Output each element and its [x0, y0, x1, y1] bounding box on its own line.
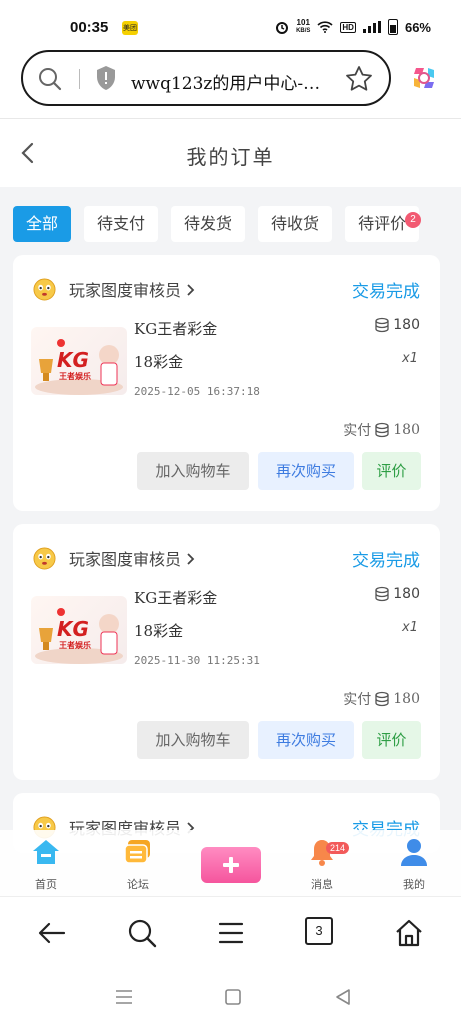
product-spec: 18彩金 — [134, 622, 184, 640]
order-card: 玩家图度审核员 交易完成 KG 王者娱乐 KG王者彩金 18彩金 2025-11… — [13, 524, 440, 780]
order-date: 2025-12-05 16:37:18 — [134, 385, 260, 398]
product-spec: 18彩金 — [134, 353, 184, 371]
order-card: 玩家图度审核员 交易完成 KG 王者娱乐 KG王者彩金 18彩金 2025-12… — [13, 255, 440, 511]
page-title: 我的订单 — [186, 145, 275, 169]
tab-pending-receipt[interactable]: 待收货 — [258, 206, 333, 242]
product-price: 180 — [374, 317, 420, 333]
nav-forum[interactable]: 论坛 — [108, 836, 168, 891]
browser-toolbar: wwq123z的用户中心-… — [0, 44, 461, 118]
buy-again-button[interactable]: 再次购买 — [258, 721, 354, 759]
tab-pending-review[interactable]: 待评价 2 — [345, 206, 422, 242]
browser-bottom-nav: 3 — [0, 896, 461, 973]
url-text[interactable]: wwq123z的用户中心-… — [131, 69, 321, 94]
product-name[interactable]: KG王者彩金 — [134, 587, 217, 608]
product-logo-sub: 王者娱乐 — [59, 640, 91, 650]
wifi-icon — [317, 21, 333, 33]
review-button[interactable]: 评价 — [362, 452, 421, 490]
tab-label: 待评价 — [358, 214, 407, 233]
order-status: 交易完成 — [352, 282, 420, 302]
recent-apps-icon[interactable] — [114, 988, 134, 1006]
home-icon[interactable] — [393, 917, 425, 949]
product-thumbnail[interactable]: KG 王者娱乐 — [31, 596, 127, 664]
product-logo-sub: 王者娱乐 — [59, 371, 91, 381]
product-logo-text: KG — [57, 348, 89, 372]
status-bar: 00:35 美团 101 KB/S HD 66% — [0, 0, 461, 44]
seller-name[interactable]: 玩家图度审核员 — [69, 546, 195, 570]
paid-amount: 实付 180 — [343, 691, 420, 708]
order-status: 交易完成 — [352, 551, 420, 571]
coin-stack-icon — [375, 422, 389, 438]
order-date: 2025-11-30 11:25:31 — [134, 654, 260, 667]
menu-icon[interactable] — [215, 917, 247, 949]
user-icon — [401, 839, 427, 866]
seller-name[interactable]: 玩家图度审核员 — [69, 277, 195, 301]
product-quantity: x1 — [402, 620, 418, 635]
review-count-badge: 2 — [405, 212, 422, 228]
product-thumbnail[interactable]: KG 王者娱乐 — [31, 327, 127, 395]
buy-again-button[interactable]: 再次购买 — [258, 452, 354, 490]
order-filter-tabs: 全部 待支付 待发货 待收货 待评价 2 — [13, 206, 422, 242]
coin-stack-icon — [375, 586, 389, 602]
coin-stack-icon — [375, 317, 389, 333]
address-bar[interactable]: wwq123z的用户中心-… — [21, 50, 391, 106]
product-image: KG 王者娱乐 — [35, 339, 123, 395]
tabs-button[interactable]: 3 — [305, 917, 333, 945]
home-square-icon[interactable] — [224, 988, 242, 1006]
tab-pending-shipment[interactable]: 待发货 — [171, 206, 246, 242]
product-name[interactable]: KG王者彩金 — [134, 318, 217, 339]
paid-amount: 实付 180 — [343, 422, 420, 439]
search-icon[interactable] — [37, 66, 63, 92]
publish-plus-button[interactable] — [201, 847, 261, 883]
back-triangle-icon[interactable] — [334, 988, 352, 1006]
network-speed: 101 KB/S — [296, 18, 311, 35]
messages-count-badge: 214 — [326, 842, 350, 854]
add-to-cart-button[interactable]: 加入购物车 — [137, 721, 249, 759]
search-icon[interactable] — [126, 917, 158, 949]
product-image: KG 王者娱乐 — [35, 608, 123, 664]
signal-icon — [362, 21, 381, 33]
shield-icon[interactable] — [95, 65, 117, 91]
back-arrow-icon[interactable] — [36, 917, 68, 949]
product-logo-text: KG — [57, 617, 89, 641]
chevron-right-icon — [187, 553, 195, 565]
nav-home[interactable]: 首页 — [16, 836, 76, 891]
seller-avatar-icon — [33, 278, 56, 301]
product-quantity: x1 — [402, 351, 418, 366]
hd-icon: HD — [340, 21, 356, 33]
seller-avatar-icon — [33, 547, 56, 570]
home-icon — [33, 840, 59, 864]
meituan-badge-icon: 美团 — [122, 21, 138, 35]
nav-mine[interactable]: 我的 — [384, 836, 444, 891]
browser-app-icon[interactable] — [410, 64, 438, 92]
alarm-icon — [276, 22, 289, 34]
chevron-right-icon — [187, 284, 195, 296]
tab-count: 3 — [305, 917, 333, 945]
divider — [79, 69, 80, 89]
tab-all[interactable]: 全部 — [13, 206, 72, 242]
review-button[interactable]: 评价 — [362, 721, 421, 759]
battery-percent: 66% — [404, 19, 431, 35]
nav-messages[interactable]: 214 消息 — [292, 836, 352, 891]
forum-icon — [124, 840, 150, 864]
bookmark-star-icon[interactable] — [345, 65, 373, 93]
status-time: 00:35 — [70, 19, 109, 36]
tab-pending-payment[interactable]: 待支付 — [84, 206, 159, 242]
add-to-cart-button[interactable]: 加入购物车 — [137, 452, 249, 490]
battery-icon — [387, 19, 398, 35]
page-header: 我的订单 — [0, 118, 461, 187]
system-nav-bar — [0, 972, 461, 1024]
product-price: 180 — [374, 586, 420, 602]
coin-stack-icon — [375, 691, 389, 707]
